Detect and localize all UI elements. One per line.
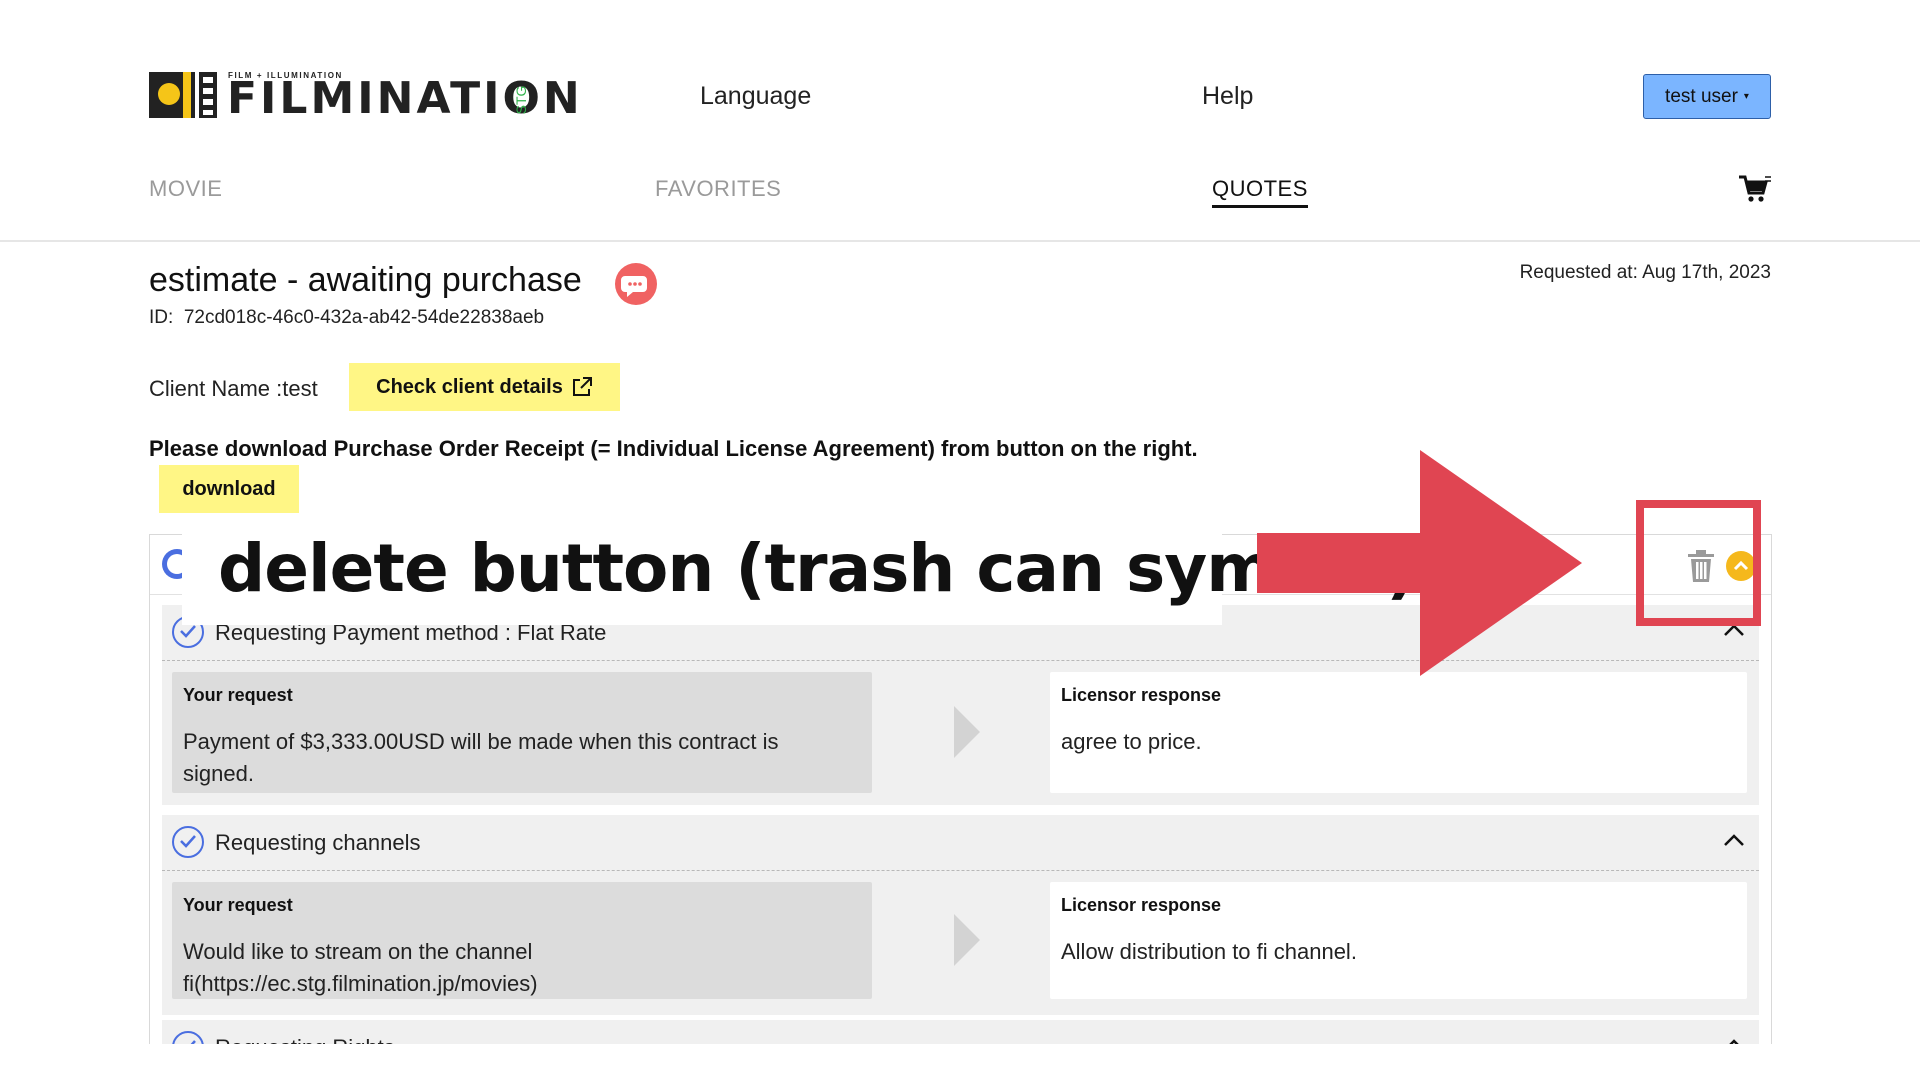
licensor-response-label: Licensor response [1061,895,1222,915]
chevron-down-icon: ▾ [1743,91,1749,102]
chevron-up-icon[interactable] [1723,833,1745,847]
user-menu-button[interactable]: test user ▾ [1643,74,1771,119]
section-title: Requesting Rights [215,1035,395,1044]
section-header[interactable]: Requesting Rights [162,1020,1759,1044]
tab-favorites[interactable]: FAVORITES [655,176,781,202]
external-link-icon [572,377,592,396]
logo-mark-icon [149,72,217,118]
help-link[interactable]: Help [1202,82,1253,111]
licensor-response-label: Licensor response [1061,685,1222,705]
annotation-highlight-frame [1636,500,1761,626]
rights-section: Requesting Rights [162,1020,1759,1044]
requested-date: Requested at: Aug 17th, 2023 [1519,262,1771,283]
annotation-arrow-icon [1257,450,1582,676]
quote-id-label: ID: [149,307,174,328]
check-circle-icon [172,1031,204,1044]
cart-icon[interactable] [1738,174,1772,204]
your-request-label: Your request [183,895,293,915]
channels-section: Requesting channels Your request Would l… [162,815,1759,1015]
section-title: Requesting channels [215,830,421,855]
annotation-text: delete button (trash can symbol) [218,530,1416,607]
check-client-details-button[interactable]: Check client details [349,363,620,411]
licensor-response-text: Allow distribution to fi channel. [1061,939,1357,964]
download-instruction: Please download Purchase Order Receipt (… [149,436,1198,461]
your-request-box: Your request Payment of $3,333.00USD wil… [172,672,872,793]
filmination-logo[interactable]: FILM + ILLUMINATION FILMINATION STG [149,68,580,121]
user-menu-label: test user [1665,85,1738,107]
chevron-up-icon[interactable] [1723,1038,1745,1044]
chat-icon[interactable] [615,263,657,305]
quote-id-value: 72cd018c-46c0-432a-ab42-54de22838aeb [183,307,545,328]
tab-movie[interactable]: MOVIE [149,176,222,202]
licensor-response-box: Licensor response agree to price. [1050,672,1747,793]
section-header[interactable]: Requesting channels [162,815,1759,871]
your-request-label: Your request [183,685,293,705]
licensor-response-box: Licensor response Allow distribution to … [1050,882,1747,999]
your-request-box: Your request Would like to stream on the… [172,882,872,999]
your-request-text: Would like to stream on the channel fi(h… [183,939,538,996]
client-name: Client Name :test [149,376,318,401]
check-circle-icon [172,826,204,858]
tab-quotes[interactable]: QUOTES [1212,176,1308,208]
check-client-details-label: Check client details [376,375,563,398]
environment-label: STG [513,85,529,115]
logo-wordmark: FILMINATION [227,73,583,124]
download-button[interactable]: download [159,465,299,513]
arrow-right-icon [954,706,980,758]
language-menu[interactable]: Language [700,82,811,111]
page-title: estimate - awaiting purchase [149,261,582,299]
your-request-text: Payment of $3,333.00USD will be made whe… [183,729,779,786]
quote-id: ID: 72cd018c-46c0-432a-ab42-54de22838aeb [149,307,544,329]
licensor-response-text: agree to price. [1061,729,1202,754]
header-divider [0,240,1920,242]
arrow-right-icon [954,914,980,966]
